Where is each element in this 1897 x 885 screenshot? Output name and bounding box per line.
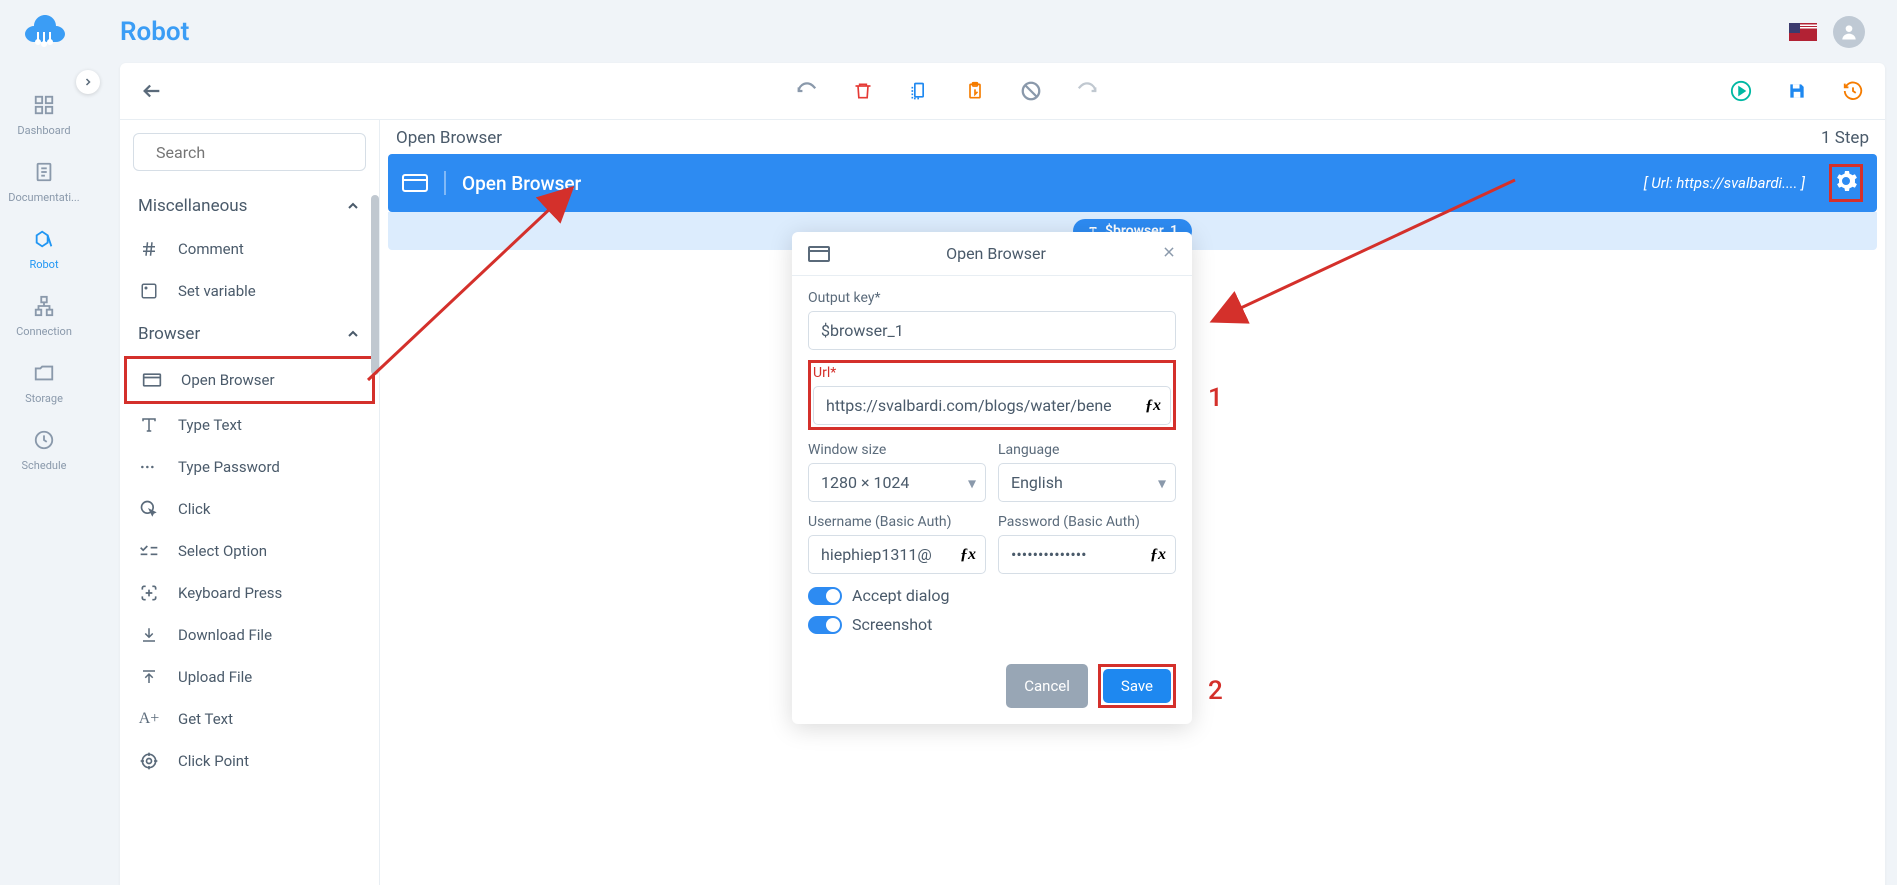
app-logo [20, 12, 68, 52]
keyboard-icon [138, 582, 160, 604]
save-button[interactable] [1785, 79, 1809, 103]
paste-button[interactable] [963, 79, 987, 103]
nav-label: Schedule [22, 459, 67, 472]
dialog-title: Open Browser [844, 244, 1148, 263]
open-browser-dialog: Open Browser Output key* Url* ƒx Window … [792, 232, 1192, 724]
chevron-up-icon [345, 326, 361, 342]
action-type-password[interactable]: Type Password [124, 446, 375, 488]
step-count: 1 Step [1821, 128, 1869, 148]
annotation-1: 1 [1208, 383, 1223, 413]
nav-dashboard[interactable]: Dashboard [0, 82, 88, 149]
hash-icon [138, 238, 160, 260]
language-select[interactable] [998, 463, 1176, 502]
url-input[interactable] [813, 386, 1171, 425]
canvas-breadcrumb: Open Browser [396, 128, 502, 148]
action-upload-file[interactable]: Upload File [124, 656, 375, 698]
nav-sidebar: Dashboard Documentati... Robot Connectio… [0, 0, 88, 885]
sidebar-expand-button[interactable] [76, 70, 100, 94]
variable-icon [138, 280, 160, 302]
workflow-step-open-browser[interactable]: Open Browser [ Url: https://svalbardi...… [388, 154, 1877, 212]
action-type-text[interactable]: Type Text [124, 404, 375, 446]
action-open-browser[interactable]: Open Browser [124, 356, 375, 404]
action-set-variable[interactable]: Set variable [124, 270, 375, 312]
nav-label: Robot [29, 258, 58, 271]
action-get-text[interactable]: A+Get Text [124, 698, 375, 740]
nav-label: Dashboard [17, 124, 70, 137]
window-size-label: Window size [808, 442, 986, 458]
username-label: Username (Basic Auth) [808, 514, 986, 530]
nav-label: Storage [25, 392, 63, 405]
upload-icon [138, 666, 160, 688]
redo-button[interactable] [1075, 79, 1099, 103]
nav-label: Connection [16, 325, 72, 338]
fx-icon[interactable]: ƒx [1145, 397, 1161, 415]
nav-storage[interactable]: Storage [0, 350, 88, 417]
nav-schedule[interactable]: Schedule [0, 417, 88, 484]
password-icon [138, 456, 160, 478]
group-misc-header[interactable]: Miscellaneous [124, 184, 375, 228]
language-label: Language [998, 442, 1176, 458]
cancel-button[interactable]: Cancel [1006, 664, 1088, 708]
actions-panel: Miscellaneous Comment Set variable Brows… [120, 120, 380, 885]
accept-dialog-label: Accept dialog [852, 586, 949, 605]
nav-label: Documentati... [8, 191, 79, 204]
text-icon [138, 414, 160, 436]
user-avatar[interactable] [1833, 16, 1865, 48]
nav-robot[interactable]: Robot [0, 216, 88, 283]
action-click-point[interactable]: Click Point [124, 740, 375, 782]
gear-icon[interactable] [1834, 169, 1858, 193]
scrollbar[interactable] [371, 195, 379, 375]
browser-icon [141, 369, 163, 391]
nav-connection[interactable]: Connection [0, 283, 88, 350]
language-flag-us[interactable] [1789, 23, 1817, 41]
action-download-file[interactable]: Download File [124, 614, 375, 656]
screenshot-toggle[interactable] [808, 616, 842, 634]
nav-documentation[interactable]: Documentati... [0, 149, 88, 216]
group-browser-header[interactable]: Browser [124, 312, 375, 356]
target-icon [138, 750, 160, 772]
window-size-select[interactable] [808, 463, 986, 502]
action-select-option[interactable]: Select Option [124, 530, 375, 572]
save-button[interactable]: Save [1103, 669, 1171, 703]
click-icon [138, 498, 160, 520]
search-wrapper [133, 133, 366, 171]
close-button[interactable] [1162, 244, 1176, 263]
password-label: Password (Basic Auth) [998, 514, 1176, 530]
delete-button[interactable] [851, 79, 875, 103]
annotation-2: 2 [1208, 676, 1223, 706]
action-comment[interactable]: Comment [124, 228, 375, 270]
browser-icon [808, 246, 830, 262]
download-icon [138, 624, 160, 646]
search-input[interactable] [156, 143, 359, 162]
browser-icon [402, 174, 428, 192]
history-button[interactable] [1841, 79, 1865, 103]
page-header: Robot [88, 0, 1897, 63]
back-button[interactable] [140, 79, 164, 103]
toolbar [120, 63, 1885, 120]
url-label: Url* [813, 365, 1171, 381]
accept-dialog-toggle[interactable] [808, 587, 842, 605]
page-title: Robot [120, 17, 189, 47]
select-icon [138, 540, 160, 562]
undo-button[interactable] [795, 79, 819, 103]
copy-button[interactable] [907, 79, 931, 103]
step-title: Open Browser [462, 172, 581, 195]
step-url-preview: [ Url: https://svalbardi.... ] [1644, 174, 1805, 192]
run-button[interactable] [1729, 79, 1753, 103]
action-click[interactable]: Click [124, 488, 375, 530]
chevron-up-icon [345, 198, 361, 214]
screenshot-label: Screenshot [852, 615, 932, 634]
disable-button[interactable] [1019, 79, 1043, 103]
gettext-icon: A+ [138, 708, 160, 730]
output-key-label: Output key* [808, 290, 1176, 306]
action-keyboard-press[interactable]: Keyboard Press [124, 572, 375, 614]
fx-icon[interactable]: ƒx [960, 546, 976, 564]
output-key-input[interactable] [808, 311, 1176, 350]
fx-icon[interactable]: ƒx [1150, 546, 1166, 564]
